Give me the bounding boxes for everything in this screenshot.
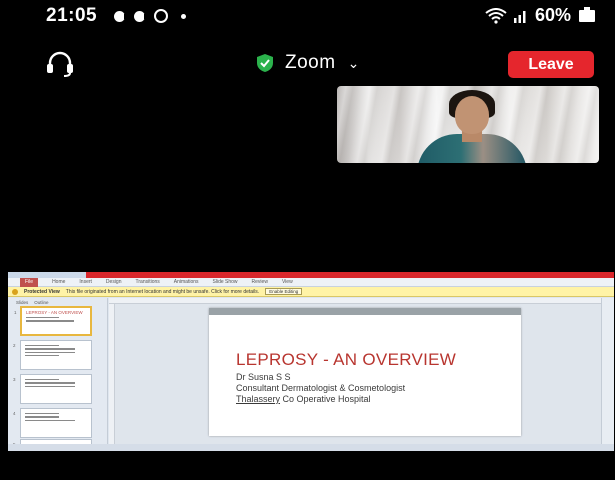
ribbon-tab-home[interactable]: Home: [52, 279, 65, 285]
ppt-red-bar: [86, 272, 614, 278]
slide-thumbnail-text: [25, 379, 60, 381]
notification-icons: [114, 9, 186, 23]
whatsapp-icon: [154, 9, 168, 23]
ruler-vertical: [109, 304, 115, 445]
slide-thumbnail[interactable]: 2: [13, 340, 92, 370]
shield-warning-icon: [12, 288, 18, 295]
notification-icon: [134, 10, 148, 22]
slide-thumbnail-title: LEPROSY - AN OVERVIEW: [26, 310, 83, 315]
battery-icon: [579, 6, 595, 22]
protected-view-label: Protected View: [24, 288, 60, 295]
slide-thumbnail-text: [25, 354, 60, 357]
vertical-scrollbar[interactable]: [601, 298, 614, 445]
slide-hospital-place: Thalassery: [236, 394, 281, 404]
slide-thumbnail[interactable]: 3: [13, 374, 92, 404]
ribbon-tab-design[interactable]: Design: [106, 279, 122, 285]
pane-tab-outline[interactable]: Outline: [34, 300, 48, 305]
slides-pane: Slides Outline 1 LEPROSY - AN OVERVIEW 2…: [8, 298, 108, 451]
slide-number: 1: [14, 310, 17, 315]
ppt-body: Slides Outline 1 LEPROSY - AN OVERVIEW 2…: [8, 298, 614, 451]
slide-number: 2: [13, 343, 16, 348]
chevron-down-icon: ⌄: [347, 54, 360, 71]
slide-thumbnail-text: [25, 419, 75, 421]
shield-check-icon: [257, 54, 273, 72]
shared-screen[interactable]: File Home Insert Design Transitions Anim…: [8, 272, 614, 451]
protected-view-bar: Protected View This file originated from…: [8, 287, 614, 297]
ppt-ribbon-tabs: File Home Insert Design Transitions Anim…: [8, 277, 614, 287]
slide-author: Dr Susna S S: [236, 372, 291, 382]
ppt-status-bar: [8, 444, 614, 451]
ribbon-tab-review[interactable]: Review: [252, 279, 268, 285]
ribbon-tab-slide-show[interactable]: Slide Show: [213, 279, 238, 285]
ribbon-tab-file[interactable]: File: [20, 277, 39, 287]
slide-thumbnail[interactable]: 1 LEPROSY - AN OVERVIEW: [14, 306, 92, 336]
slide-editor[interactable]: LEPROSY - AN OVERVIEW Dr Susna S S Consu…: [109, 298, 601, 445]
more-notifications-icon: [181, 13, 186, 19]
ppt-title-bar: [8, 272, 614, 278]
ribbon-tab-insert[interactable]: Insert: [79, 279, 92, 285]
notification-icon: [114, 10, 128, 22]
status-bar: 21:05 60%: [0, 0, 615, 34]
status-time: 21:05: [46, 5, 98, 26]
slide-number: 4: [13, 411, 16, 416]
pane-tabs: Slides Outline: [8, 298, 107, 306]
slide-thumbnail-text: [25, 416, 60, 418]
status-right: 60%: [485, 5, 595, 26]
audio-headset-icon[interactable]: [44, 49, 76, 77]
slide-thumbnail-text: [26, 320, 74, 322]
slide-thumbnail-text: [25, 348, 75, 350]
slide-thumbnail-text: [25, 351, 75, 353]
ribbon-tab-view[interactable]: View: [282, 279, 293, 285]
slide-thumbnail-text: [25, 382, 75, 384]
ribbon-tab-transitions[interactable]: Transitions: [136, 279, 160, 285]
meeting-title: Zoom: [285, 52, 336, 73]
slide-role: Consultant Dermatologist & Cosmetologist: [236, 383, 406, 393]
meeting-title-dropdown[interactable]: Zoom ⌄: [255, 52, 359, 74]
slide-thumbnail-text: [25, 413, 60, 415]
slide-thumbnail-text: [25, 385, 75, 387]
slide-thumbnail[interactable]: 4: [13, 408, 92, 438]
signal-icon: [513, 10, 526, 23]
slide-hospital: Thalassery Co Operative Hospital: [236, 394, 371, 404]
battery-percent: 60%: [534, 5, 571, 25]
slide-thumbnail-text: [26, 317, 59, 319]
participant-video-thumbnail[interactable]: [337, 86, 599, 163]
wifi-icon: [485, 7, 507, 24]
slide-hospital-rest: Co Operative Hospital: [280, 394, 371, 404]
zoom-header: Zoom ⌄ Leave: [0, 42, 615, 86]
slide-title: LEPROSY - AN OVERVIEW: [236, 350, 457, 369]
ruler-horizontal: [109, 298, 601, 304]
leave-button[interactable]: Leave: [508, 51, 594, 78]
slide-header-bar: [209, 308, 521, 315]
participant-figure-face: [455, 96, 489, 134]
current-slide[interactable]: LEPROSY - AN OVERVIEW Dr Susna S S Consu…: [209, 308, 521, 436]
enable-editing-button[interactable]: Enable Editing: [265, 288, 303, 295]
ribbon-tab-animations[interactable]: Animations: [174, 279, 199, 285]
protected-view-message: This file originated from an Internet lo…: [65, 288, 260, 295]
slide-number: 3: [13, 377, 16, 382]
slide-thumbnail-text: [25, 345, 60, 347]
pane-tab-slides[interactable]: Slides: [16, 300, 28, 305]
